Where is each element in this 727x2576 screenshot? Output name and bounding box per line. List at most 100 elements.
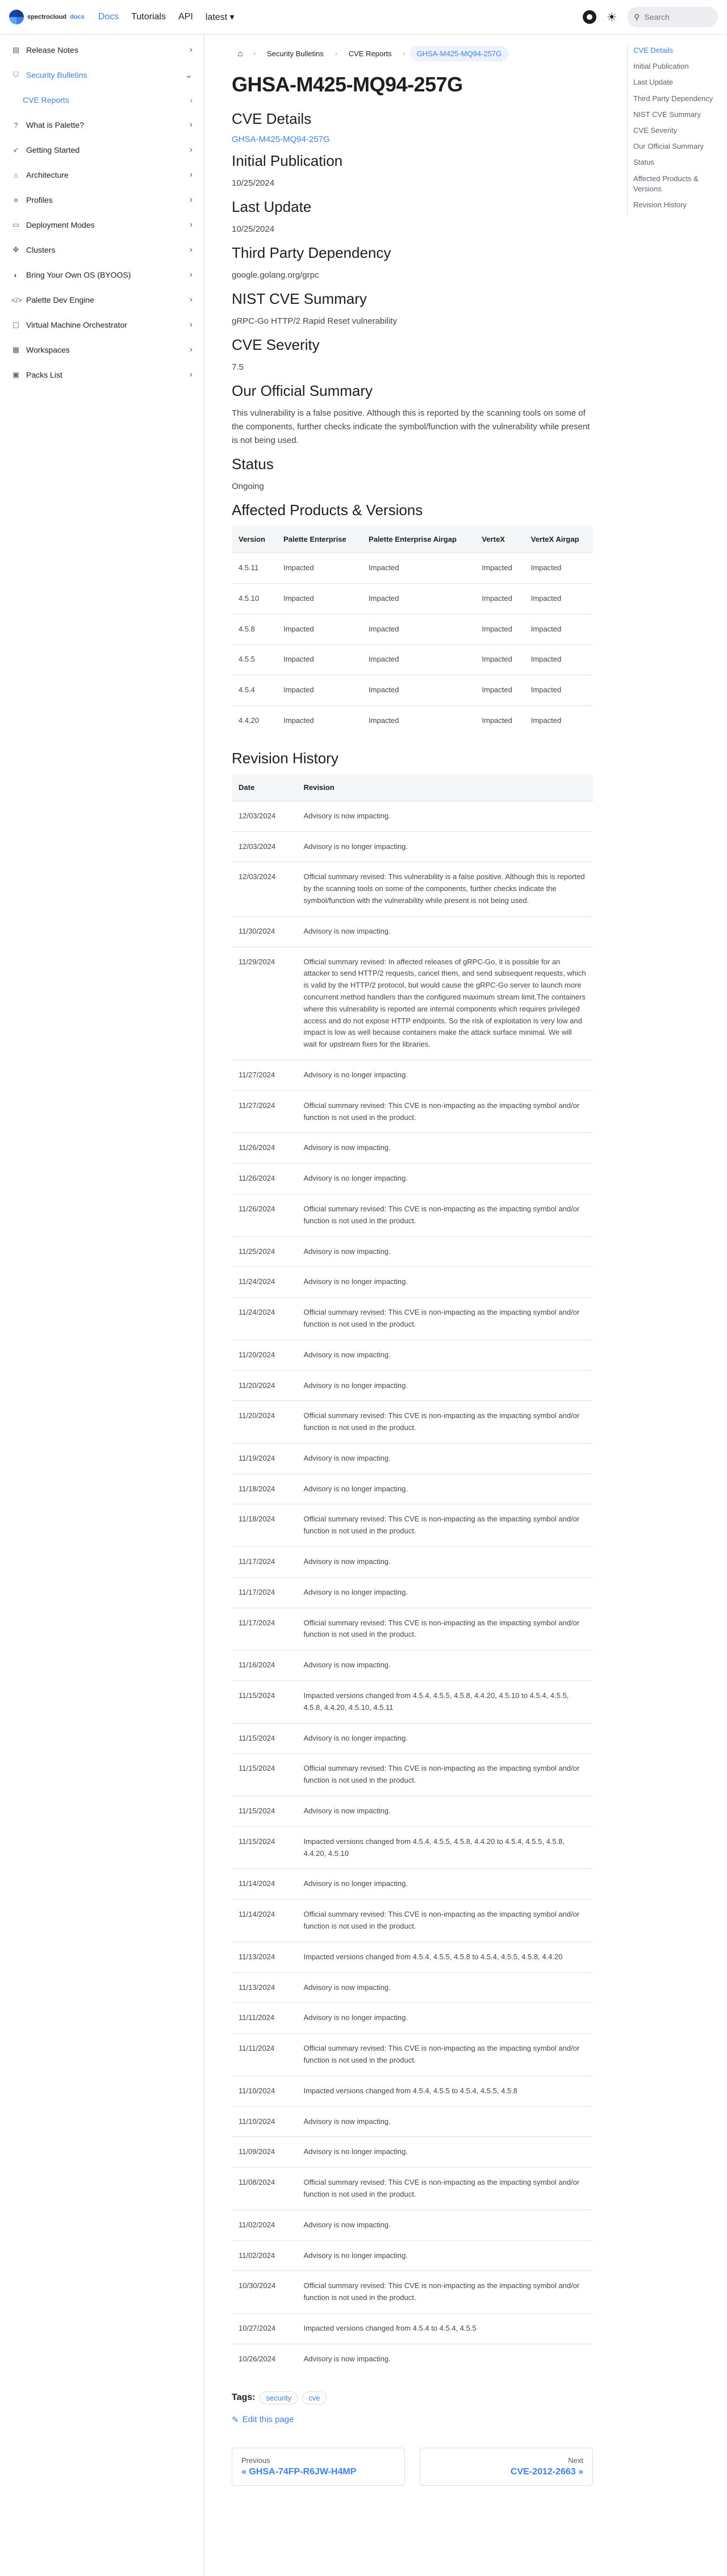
table-row: 11/26/2024 Advisory is now impacting. xyxy=(232,1132,593,1164)
sidebar: ▤ Release Notes › ⛉ Security Bulletins ⌄ CVE… xyxy=(0,34,204,2576)
next-label: Next xyxy=(568,2456,583,2465)
sidebar-item-label: Packs List xyxy=(26,370,62,379)
sidebar-item-clusters[interactable]: ✥ Clusters › xyxy=(5,241,199,259)
search-input[interactable] xyxy=(644,12,707,22)
sidebar-item-getting-started[interactable]: ➶ Getting Started › xyxy=(5,141,199,159)
table-cell: 4.5.8 xyxy=(232,613,277,645)
toc-item[interactable]: Our Official Summary xyxy=(633,141,718,152)
breadcrumb-item-security-bulletins[interactable]: Security Bulletins xyxy=(260,46,331,61)
sidebar-item-vm-orchestrator[interactable]: ▢ Virtual Machine Orchestrator › xyxy=(5,316,199,334)
nav-link-docs[interactable]: Docs xyxy=(98,12,119,22)
sidebar-item-deployment-modes[interactable]: ▭ Deployment Modes › xyxy=(5,216,199,234)
sidebar-item-label: Deployment Modes xyxy=(26,220,95,229)
theme-toggle-icon[interactable]: ☀ xyxy=(604,10,619,24)
table-cell: Official summary revised: This CVE is no… xyxy=(296,2270,593,2314)
toc-item[interactable]: CVE Severity xyxy=(633,126,718,136)
table-cell: Impacted xyxy=(475,553,524,584)
table-row: 10/27/2024 Impacted versions changed from… xyxy=(232,2312,593,2344)
pencil-icon: ✎ xyxy=(232,2415,239,2425)
status-value: Ongoing xyxy=(232,482,264,491)
sidebar-item-packs-list[interactable]: ▣ Packs List › xyxy=(5,366,199,384)
table-cell: Impacted xyxy=(277,583,362,614)
shield-icon: ⛉ xyxy=(13,70,19,79)
next-title: CVE-2012-2663 » xyxy=(510,2466,583,2477)
toc-item[interactable]: Status xyxy=(633,157,718,168)
table-cell: Advisory is no longer impacting. xyxy=(296,1576,593,1608)
table-cell: Official summary revised: This CVE is no… xyxy=(296,2167,593,2210)
search-icon: ⚲ xyxy=(634,12,640,22)
previous-page-button[interactable]: Previous « GHSA-74FP-R6JW-H4MP xyxy=(232,2447,406,2486)
table-cell: Impacted xyxy=(362,553,475,584)
table-cell: Impacted xyxy=(524,675,593,706)
sidebar-item-label: Release Notes xyxy=(26,45,78,55)
sidebar-item-palette-dev-engine[interactable]: </> Palette Dev Engine › xyxy=(5,291,199,309)
toc-item[interactable]: NIST CVE Summary xyxy=(633,110,718,120)
table-cell: 11/20/2024 xyxy=(232,1370,297,1401)
table-row: 11/17/2024 Advisory is no longer impactin… xyxy=(232,1576,593,1608)
table-cell: 12/03/2024 xyxy=(232,862,297,917)
sidebar-item-byoos[interactable]: ◐ Bring Your Own OS (BYOOS) › xyxy=(5,266,199,284)
logo-text: spectrocloud xyxy=(27,14,67,20)
search-box[interactable]: ⚲ xyxy=(627,7,718,27)
sidebar-item-architecture[interactable]: ⌂ Architecture › xyxy=(5,166,199,184)
sidebar-item-what-is-palette[interactable]: ? What is Palette? › xyxy=(5,116,199,134)
nav-link-api[interactable]: API xyxy=(178,12,193,22)
toc-item[interactable]: CVE Details xyxy=(633,45,718,56)
version-dropdown[interactable]: latest ▾ xyxy=(206,11,235,23)
nav-link-tutorials[interactable]: Tutorials xyxy=(131,12,166,22)
edit-page-link[interactable]: ✎ Edit this page xyxy=(232,2415,593,2425)
table-cell: Advisory is now impacting. xyxy=(296,915,593,947)
table-cell: Impacted versions changed from 4.5.4, 4.… xyxy=(296,1941,593,1973)
table-row: 11/13/2024 Impacted versions changed from… xyxy=(232,1941,593,1973)
table-cell: Advisory is now impacting. xyxy=(296,1339,593,1370)
tag-cve[interactable]: cve xyxy=(302,2391,327,2404)
table-cell: 4.5.5 xyxy=(232,644,277,675)
table-cell: Impacted versions changed from 4.5.4, 4.… xyxy=(296,2075,593,2107)
toc-item[interactable]: Affected Products & Versions xyxy=(633,174,718,194)
sidebar-item-release-notes[interactable]: ▤ Release Notes › xyxy=(5,41,199,59)
third-party-value: google.golang.org/grpc xyxy=(232,270,319,280)
chevron-right-icon: › xyxy=(189,195,193,204)
next-page-button[interactable]: Next CVE-2012-2663 » xyxy=(419,2447,593,2486)
sidebar-item-cve-reports[interactable]: CVE Reports › xyxy=(7,91,199,109)
toc-item[interactable]: Initial Publication xyxy=(633,61,718,72)
table-row: 12/03/2024 Advisory is no longer impactin… xyxy=(232,831,593,862)
table-row: 11/30/2024 Advisory is now impacting. xyxy=(232,915,593,947)
breadcrumb-item-cve-reports[interactable]: CVE Reports xyxy=(342,46,399,61)
table-cell: Impacted xyxy=(277,644,362,675)
rocket-icon: ➶ xyxy=(12,145,19,154)
top-navbar: spectrocloud docs Docs Tutorials API lat… xyxy=(0,0,727,34)
affected-products-table: Version Palette Enterprise Palette Enterpr… xyxy=(232,526,593,736)
table-cell: Advisory is no longer impacting. xyxy=(296,2002,593,2034)
toc-item[interactable]: Revision History xyxy=(633,200,718,210)
toc-item[interactable]: Last Update xyxy=(633,77,718,87)
table-header: Date xyxy=(239,783,255,792)
chevron-right-icon: › xyxy=(403,49,406,57)
table-row: 12/03/2024 Official summary revised: This… xyxy=(232,862,593,917)
layers-icon: ≡ xyxy=(14,195,18,204)
table-cell: 11/27/2024 xyxy=(232,1059,297,1091)
site-logo[interactable]: spectrocloud docs xyxy=(9,10,85,24)
sidebar-item-profiles[interactable]: ≡ Profiles › xyxy=(5,191,199,209)
table-cell: Advisory is now impacting. xyxy=(296,2209,593,2241)
sidebar-item-security-bulletins[interactable]: ⛉ Security Bulletins ⌄ xyxy=(5,66,199,84)
table-cell: 12/03/2024 xyxy=(232,831,297,862)
table-row: 4.5.5 Impacted Impacted Impacted Impacted xyxy=(232,644,593,675)
chevron-right-icon: › xyxy=(189,120,193,129)
table-row: 11/14/2024 Advisory is no longer impactin… xyxy=(232,1868,593,1900)
toc-item[interactable]: Third Party Dependency xyxy=(633,94,718,104)
cve-details-link[interactable]: GHSA-M425-MQ94-257G xyxy=(232,135,593,144)
sidebar-item-label: What is Palette? xyxy=(26,120,84,129)
github-icon[interactable] xyxy=(583,10,596,24)
chevron-right-icon: › xyxy=(189,345,193,354)
revision-history-heading: Revision History xyxy=(232,749,339,767)
home-icon[interactable]: ⌂ xyxy=(232,45,249,61)
table-cell: 11/02/2024 xyxy=(232,2209,297,2241)
architecture-icon: ⌂ xyxy=(14,170,18,179)
table-cell: Advisory is now impacting. xyxy=(296,1796,593,1827)
sidebar-item-workspaces[interactable]: ▦ Workspaces › xyxy=(5,341,199,359)
tag-security[interactable]: security xyxy=(260,2391,298,2404)
last-update-heading: Last Update xyxy=(232,198,312,215)
table-cell: Impacted xyxy=(277,613,362,645)
table-row: 10/26/2024 Advisory is now impacting. xyxy=(232,2343,593,2374)
